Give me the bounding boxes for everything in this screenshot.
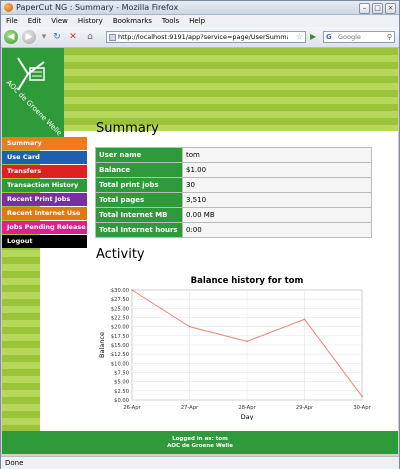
search-input[interactable]	[338, 32, 384, 42]
sidebar-item-transfers[interactable]: Transfers	[2, 165, 87, 178]
dropdown-icon[interactable]: ▾	[38, 31, 50, 43]
bookmark-star-icon[interactable]: ☆	[296, 32, 303, 42]
close-button[interactable]: ×	[385, 3, 396, 14]
sidebar-item-recent-print-jobs[interactable]: Recent Print Jobs	[2, 193, 87, 206]
sidebar-item-recent-internet-use[interactable]: Recent Internet Use	[2, 207, 87, 220]
search-icon[interactable]: ⚲	[387, 32, 392, 42]
window-title: PaperCut NG : Summary - Mozilla Firefox	[16, 3, 179, 12]
title-bar: PaperCut NG : Summary - Mozilla Firefox …	[1, 1, 399, 15]
firefox-icon	[4, 3, 13, 12]
y-tick-label: $12.50	[111, 352, 129, 358]
table-row: Total Internet hours 0:00	[95, 222, 372, 238]
x-tick-label: 26-Apr	[123, 405, 141, 411]
sidebar-nav: Summary Use Card Transfers Transaction Hist…	[2, 137, 87, 249]
footer-org-name: AOC de Groene Welle	[167, 443, 233, 449]
back-icon[interactable]: ◀	[4, 30, 18, 44]
summary-value: 0:00	[182, 222, 372, 238]
page-favicon-icon	[109, 34, 116, 41]
summary-key: Total Internet hours	[95, 222, 183, 238]
stop-icon[interactable]: ✕	[67, 31, 79, 43]
home-icon[interactable]: ⌂	[84, 31, 96, 43]
data-point	[303, 318, 306, 321]
menu-bookmarks[interactable]: Bookmarks	[108, 15, 157, 27]
y-tick-label: $25.00	[111, 306, 129, 312]
footer: Logged in as: tom AOC de Groene Welle	[2, 431, 398, 454]
y-tick-label: $2.50	[114, 389, 129, 395]
summary-value: 0.00 MB	[182, 207, 372, 223]
y-tick-label: $7.50	[114, 371, 129, 377]
url-bar[interactable]: ☆	[106, 31, 306, 43]
browser-window: PaperCut NG : Summary - Mozilla Firefox …	[0, 0, 400, 469]
forward-icon[interactable]: ▶	[22, 30, 36, 44]
status-text: Done	[5, 459, 24, 467]
reload-icon[interactable]: ↻	[51, 31, 63, 43]
menu-tools[interactable]: Tools	[157, 15, 184, 27]
chart-title: Balance history for tom	[191, 276, 304, 286]
page-title: Summary	[96, 121, 159, 136]
menu-history[interactable]: History	[73, 15, 108, 27]
sidebar-item-jobs-pending-release[interactable]: Jobs Pending Release	[2, 221, 87, 234]
page-content: AOC de Groene Welle Summary Use Card Trans…	[2, 48, 398, 454]
maximize-button[interactable]: □	[372, 3, 383, 14]
summary-key: Total Internet MB	[95, 207, 183, 223]
summary-key: Total print jobs	[95, 177, 183, 193]
activity-title: Activity	[96, 247, 145, 262]
balance-chart-svg: $0.00 $2.50 $5.00 $7.50 $10.00 $12.50 $15.00 $1…	[98, 276, 372, 421]
y-tick-label: $17.50	[111, 334, 129, 340]
logged-in-text: Logged in as: tom	[172, 436, 228, 442]
minimize-button[interactable]: –	[359, 3, 370, 14]
summary-value: $1.00	[182, 162, 372, 178]
y-tick-label: $0.00	[114, 398, 129, 404]
menu-file[interactable]: File	[1, 15, 23, 27]
menu-edit[interactable]: Edit	[23, 15, 47, 27]
y-tick-label: $15.00	[111, 343, 129, 349]
y-tick-label: $5.00	[114, 380, 129, 386]
menu-bar: File Edit View History Bookmarks Tools H…	[1, 15, 399, 27]
sidebar-item-use-card[interactable]: Use Card	[2, 151, 87, 164]
table-row: Balance $1.00	[95, 162, 372, 178]
status-bar: Done	[1, 456, 399, 469]
summary-table: User name tom Balance $1.00 Total print jobs…	[95, 147, 372, 238]
search-bar[interactable]: G ⚲	[323, 31, 395, 43]
data-point	[246, 340, 248, 343]
y-tick-label: $22.50	[111, 316, 129, 322]
url-input[interactable]	[118, 32, 288, 42]
x-tick-label: 28-Apr	[238, 405, 256, 411]
x-axis-label: Day	[241, 413, 254, 420]
go-icon[interactable]: ▶	[310, 31, 321, 43]
sidebar-item-transaction-history[interactable]: Transaction History	[2, 179, 87, 192]
sidebar-item-logout[interactable]: Logout	[2, 235, 87, 248]
y-tick-label: $30.00	[111, 288, 129, 294]
x-tick-label: 27-Apr	[181, 405, 199, 411]
summary-value: 30	[182, 177, 372, 193]
navigation-toolbar: ◀ ▶ ▾ ↻ ✕ ⌂ ☆ ▶ G ⚲	[1, 27, 399, 48]
table-row: User name tom	[95, 147, 372, 163]
y-tick-label: $27.50	[111, 297, 129, 303]
x-tick-label: 29-Apr	[296, 405, 314, 411]
summary-value: 3,510	[182, 192, 372, 208]
table-row: Total pages 3,510	[95, 192, 372, 208]
menu-view[interactable]: View	[46, 15, 73, 27]
table-row: Total print jobs 30	[95, 177, 372, 193]
summary-key: User name	[95, 147, 183, 163]
menu-help[interactable]: Help	[184, 15, 210, 27]
sidebar-item-summary[interactable]: Summary	[2, 137, 87, 150]
y-axis-label: Balance	[98, 332, 106, 358]
x-tick-label: 30-Apr	[353, 405, 371, 411]
y-tick-label: $10.00	[111, 361, 129, 367]
summary-key: Total pages	[95, 192, 183, 208]
balance-chart: $0.00 $2.50 $5.00 $7.50 $10.00 $12.50 $15.00 $1…	[94, 270, 376, 421]
data-point	[188, 325, 191, 328]
y-tick-label: $20.00	[111, 325, 129, 331]
google-icon[interactable]: G	[326, 32, 332, 42]
summary-value: tom	[182, 147, 372, 163]
summary-key: Balance	[95, 162, 183, 178]
logo: AOC de Groene Welle	[2, 48, 64, 140]
data-point	[361, 395, 363, 398]
table-row: Total Internet MB 0.00 MB	[95, 207, 372, 223]
data-point	[131, 289, 133, 291]
